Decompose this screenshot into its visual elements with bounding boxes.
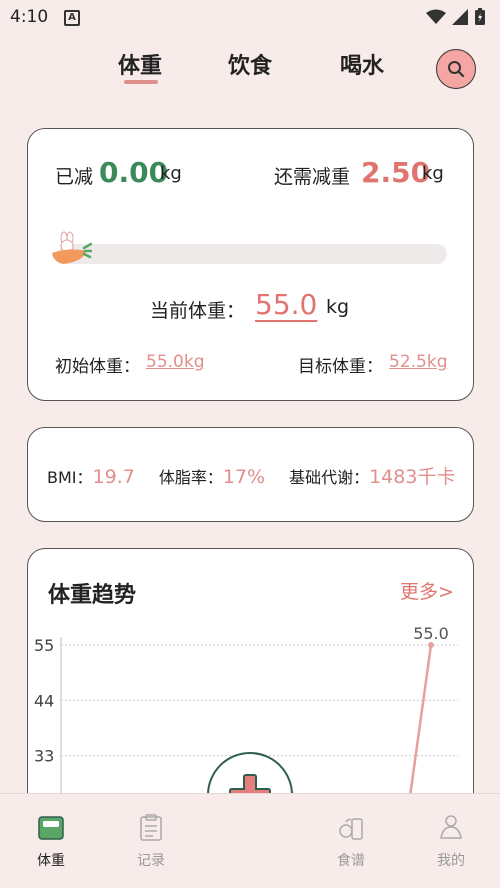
nav-recipe[interactable]: 食谱 [321, 814, 381, 870]
search-icon [448, 61, 465, 78]
bottom-nav: 体重 记录 食谱 我的 [0, 793, 500, 888]
nav-mine[interactable]: 我的 [421, 814, 481, 870]
start-weight-value[interactable]: 55.0kg [146, 352, 205, 372]
body-fat-value: 17% [222, 466, 266, 488]
trend-more-link[interactable]: 更多> [400, 577, 454, 604]
tab-water[interactable]: 喝水 [340, 48, 384, 80]
bunny-carrot-icon [52, 231, 92, 264]
progress-bar [58, 244, 447, 264]
lost-unit: kg [160, 163, 182, 184]
remaining-unit: kg [422, 163, 444, 184]
body-fat-label: 体脂率： [158, 468, 223, 487]
nav-record-label: 记录 [137, 853, 165, 869]
status-icons [426, 8, 486, 26]
data-label: 55.0 [413, 624, 449, 643]
current-weight-unit: kg [326, 296, 350, 318]
nav-recipe-label: 食谱 [337, 853, 365, 869]
nav-weight[interactable]: 体重 [21, 814, 81, 870]
scale-icon [38, 816, 64, 840]
lost-label: 已减 [55, 166, 94, 188]
recipe-icon [339, 818, 363, 840]
bmr-value: 1483千卡 [369, 466, 456, 488]
search-button[interactable] [436, 49, 476, 89]
weight-progress-card: 已减 0.00 kg 还需减重 2.50 kg 当前体重： 55.0 kg 初始… [27, 128, 474, 401]
bmi-label: BMI： [47, 468, 93, 487]
y-tick-label: 44 [34, 691, 54, 710]
active-tab-indicator [124, 80, 158, 84]
person-icon [440, 815, 462, 839]
bmr-label: 基础代谢： [289, 468, 370, 487]
y-tick-label: 33 [34, 747, 54, 766]
target-weight-value[interactable]: 52.5kg [389, 352, 448, 372]
wifi-icon [426, 9, 446, 24]
trend-line [409, 644, 433, 794]
nav-mine-label: 我的 [437, 853, 465, 869]
target-weight-label: 目标体重： [298, 357, 383, 377]
current-weight-label: 当前体重： [150, 300, 246, 322]
current-weight-value[interactable]: 55.0 [255, 288, 317, 321]
nav-weight-label: 体重 [37, 853, 65, 869]
trend-title: 体重趋势 [48, 583, 137, 608]
clipboard-icon [140, 814, 162, 841]
remaining-label: 还需减重 [274, 166, 351, 188]
start-weight-label: 初始体重： [55, 357, 140, 377]
remaining-value: 2.50 [361, 156, 431, 189]
y-tick-label: 55 [34, 636, 54, 655]
body-stats-card: BMI： 19.7 体脂率： 17% 基础代谢： 1483千卡 [27, 427, 474, 522]
nav-record[interactable]: 记录 [121, 814, 181, 870]
status-time: 4:10 [10, 7, 49, 27]
top-tabs: 体重 饮食 喝水 [0, 48, 500, 98]
tab-diet[interactable]: 饮食 [228, 48, 272, 80]
status-bar: 4:10 A [0, 0, 500, 36]
battery-icon [475, 8, 485, 25]
signal-icon [452, 9, 468, 25]
notification-icon: A [64, 10, 80, 26]
body-stats-row: BMI： 19.7 体脂率： 17% 基础代谢： 1483千卡 [47, 462, 455, 489]
tab-weight[interactable]: 体重 [118, 48, 162, 80]
lost-value: 0.00 [99, 156, 169, 189]
bmi-value: 19.7 [92, 466, 135, 488]
